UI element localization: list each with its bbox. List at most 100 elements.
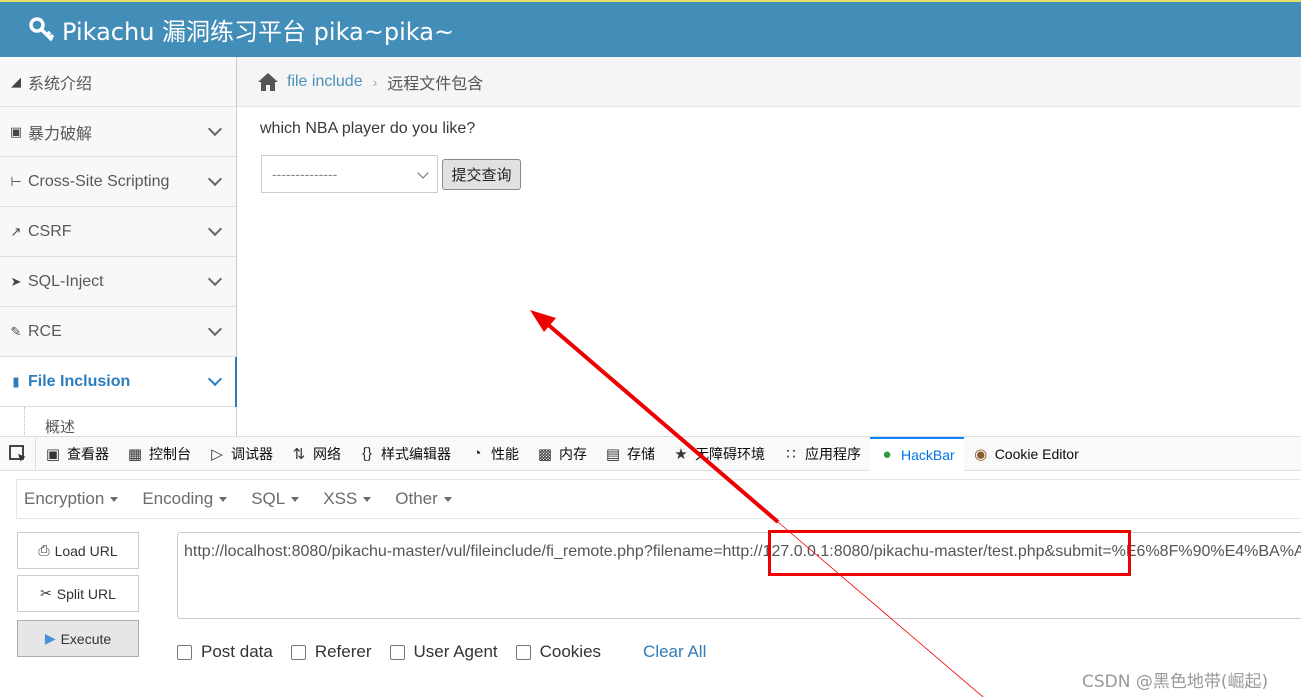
breadcrumb-link[interactable]: file include	[287, 73, 363, 91]
checkbox[interactable]	[515, 644, 531, 660]
tab-style-editor[interactable]: {} 样式编辑器	[350, 437, 460, 471]
tab-label: 性能	[491, 445, 519, 462]
menu-label: Encoding	[142, 489, 214, 508]
tab-hackbar[interactable]: ● HackBar	[870, 436, 964, 471]
plane-icon: ➤	[10, 273, 22, 289]
sidebar-item-label: 暴力破解	[28, 125, 93, 143]
hackbar-icon: ●	[882, 446, 892, 463]
chevron-down-icon	[417, 167, 429, 179]
tab-cookie-editor[interactable]: ◉ Cookie Editor	[964, 437, 1088, 471]
key-icon	[29, 16, 55, 41]
tab-label: 查看器	[67, 445, 109, 462]
sidebar-item-sqli[interactable]: ➤ SQL-Inject	[0, 257, 236, 307]
devtools-panel: ▣ 查看器 ▦ 控制台 ▷ 调试器 ⇅ 网络 {} 样式编辑器 ◔ 性能 ▩ 内存 ▤ 存储 ★…	[0, 436, 1301, 697]
question-label: which NBA player do you like?	[260, 120, 476, 137]
sidebar-item-brute-force[interactable]: ▣ 暴力破解	[0, 107, 236, 157]
tab-label: 样式编辑器	[381, 445, 451, 462]
clear-all-link[interactable]: Clear All	[643, 642, 706, 662]
checkbox[interactable]	[177, 644, 192, 660]
chevron-down-icon	[207, 321, 223, 337]
caret-down-icon	[363, 496, 372, 502]
console-icon: ▦	[127, 445, 143, 463]
tab-label: Cookie Editor	[994, 445, 1079, 462]
tab-label: HackBar	[901, 446, 955, 463]
sidebar-item-label: RCE	[28, 322, 62, 340]
application-icon: ∷	[786, 445, 796, 463]
tab-console[interactable]: ▦ 控制台	[118, 437, 200, 471]
player-select-value: --------------	[272, 166, 338, 182]
checkbox[interactable]	[389, 644, 405, 660]
button-label: Execute	[60, 630, 112, 647]
menu-encoding[interactable]: Encoding	[142, 489, 228, 509]
tab-performance[interactable]: ◔ 性能	[460, 437, 528, 471]
button-label: Load URL	[54, 542, 118, 559]
tab-label: 网络	[313, 445, 341, 462]
post-data-checkbox[interactable]: Post data	[177, 642, 273, 662]
printer-icon: ⎙	[38, 542, 50, 558]
hackbar-menu: Encryption Encoding SQL XSS Other	[16, 479, 1301, 519]
checkbox-label: User Agent	[413, 642, 498, 661]
button-label: Split URL	[56, 585, 116, 602]
sitemap-icon: ⊢	[10, 173, 22, 189]
execute-button[interactable]: ▶ Execute	[17, 620, 139, 657]
sidebar-item-intro[interactable]: ◢ 系统介绍	[0, 57, 236, 107]
cookies-checkbox[interactable]: Cookies	[515, 642, 602, 662]
breadcrumb-current: 远程文件包含	[387, 75, 484, 93]
tab-accessibility[interactable]: ★ 无障碍环境	[664, 437, 774, 471]
menu-label: Other	[395, 489, 438, 508]
app-title: Pikachu 漏洞练习平台 pika~pika~	[62, 18, 455, 46]
tab-label: 无障碍环境	[695, 445, 765, 462]
user-agent-checkbox[interactable]: User Agent	[389, 642, 498, 662]
devtools-tab-bar: ▣ 查看器 ▦ 控制台 ▷ 调试器 ⇅ 网络 {} 样式编辑器 ◔ 性能 ▩ 内存 ▤ 存储 ★…	[0, 436, 1301, 471]
tab-network[interactable]: ⇅ 网络	[282, 437, 350, 471]
breadcrumb-separator-icon: ›	[372, 73, 378, 90]
accessibility-icon: ★	[674, 445, 688, 463]
cookie-icon: ◉	[974, 445, 988, 463]
checkbox-label: Cookies	[539, 642, 602, 661]
sidebar: ◢ 系统介绍 ▣ 暴力破解 ⊢ Cross-Site Scripting ↗ C…	[0, 57, 237, 437]
menu-xss[interactable]: XSS	[323, 489, 372, 509]
pencil-icon: ✎	[10, 323, 22, 339]
menu-encryption[interactable]: Encryption	[24, 489, 119, 509]
checkbox[interactable]	[290, 644, 306, 660]
sidebar-item-label: File Inclusion	[28, 372, 131, 390]
checkbox-label: Post data	[201, 642, 273, 661]
url-textarea[interactable]: http://localhost:8080/pikachu-master/vul…	[177, 532, 1301, 619]
element-picker-icon[interactable]	[0, 436, 36, 471]
chevron-down-icon	[207, 371, 223, 387]
load-url-button[interactable]: ⎙ Load URL	[17, 532, 139, 569]
checkbox-label: Referer	[314, 642, 372, 661]
home-icon	[258, 72, 278, 91]
tab-label: 控制台	[149, 445, 191, 462]
sidebar-item-file-inclusion[interactable]: ▮ File Inclusion	[0, 357, 237, 407]
submit-button[interactable]: 提交查询	[442, 159, 521, 190]
app-header: Pikachu 漏洞练习平台 pika~pika~	[0, 0, 1301, 57]
sidebar-item-rce[interactable]: ✎ RCE	[0, 307, 236, 357]
tab-storage[interactable]: ▤ 存储	[596, 437, 664, 471]
sidebar-subitem-overview[interactable]: 概述	[0, 407, 236, 437]
caret-down-icon	[110, 496, 119, 502]
menu-label: XSS	[323, 489, 358, 508]
play-icon: ▶	[44, 630, 56, 646]
watermark: CSDN @黑色地带(崛起)	[1082, 672, 1269, 692]
tab-inspector[interactable]: ▣ 查看器	[36, 437, 118, 471]
sidebar-item-label: CSRF	[28, 222, 72, 240]
split-url-button[interactable]: ✂ Split URL	[17, 575, 139, 612]
menu-sql[interactable]: SQL	[251, 489, 300, 509]
breadcrumb: file include › 远程文件包含	[237, 57, 1301, 107]
tab-debugger[interactable]: ▷ 调试器	[200, 437, 282, 471]
tab-memory[interactable]: ▩ 内存	[528, 437, 596, 471]
scissors-icon: ✂	[40, 585, 52, 601]
annotation-highlight-box	[768, 530, 1131, 576]
referer-checkbox[interactable]: Referer	[290, 642, 372, 662]
sidebar-item-csrf[interactable]: ↗ CSRF	[0, 207, 236, 257]
hackbar-options: Post data Referer User Agent Cookies Cle…	[177, 642, 706, 662]
menu-other[interactable]: Other	[395, 489, 452, 509]
caret-down-icon	[443, 496, 452, 502]
caret-down-icon	[291, 496, 300, 502]
tab-application[interactable]: ∷ 应用程序	[774, 437, 870, 471]
sidebar-item-xss[interactable]: ⊢ Cross-Site Scripting	[0, 157, 236, 207]
player-select[interactable]: --------------	[261, 155, 438, 193]
menu-label: Encryption	[24, 489, 105, 508]
share-icon: ↗	[10, 223, 22, 239]
